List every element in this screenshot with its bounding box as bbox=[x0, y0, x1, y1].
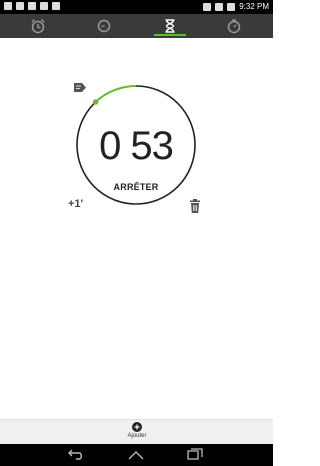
add-timer-button[interactable]: Ajouter bbox=[126, 422, 148, 444]
timer-progress-arc bbox=[94, 85, 137, 103]
back-icon[interactable] bbox=[68, 448, 86, 460]
trash-icon[interactable] bbox=[187, 198, 203, 214]
plus-circle-icon bbox=[132, 422, 142, 432]
clock-icon bbox=[97, 19, 111, 33]
label-tag-icon[interactable] bbox=[74, 83, 86, 92]
alarm-clock-icon bbox=[31, 19, 45, 34]
hourglass-icon bbox=[165, 19, 175, 33]
timer-panel: 0 53 ARRÊTER +1' bbox=[0, 38, 273, 419]
tab-alarm[interactable] bbox=[4, 14, 72, 38]
wifi-icon bbox=[215, 3, 224, 11]
notification-icon bbox=[4, 2, 12, 10]
notification-icon bbox=[52, 2, 60, 10]
timer-progress-dot bbox=[92, 99, 99, 105]
tab-bar bbox=[0, 14, 273, 38]
timer-time-display: 0 53 bbox=[99, 124, 174, 168]
tab-timer[interactable] bbox=[136, 14, 204, 38]
stop-button[interactable]: ARRÊTER bbox=[74, 182, 198, 192]
status-bar: 9:32 PM bbox=[0, 0, 273, 14]
notification-icon bbox=[40, 2, 48, 10]
bottom-action-bar: Ajouter bbox=[0, 419, 273, 445]
navigation-bar bbox=[0, 444, 273, 466]
add-timer-label: Ajouter bbox=[127, 433, 147, 439]
battery-icon bbox=[227, 3, 236, 11]
bluetooth-icon bbox=[203, 3, 212, 11]
status-time: 9:32 PM bbox=[239, 2, 269, 11]
timer-circle[interactable]: 0 53 ARRÊTER bbox=[74, 83, 198, 207]
add-one-minute-button[interactable]: +1' bbox=[68, 198, 83, 210]
headphones-icon bbox=[16, 2, 24, 10]
recent-apps-icon[interactable] bbox=[187, 448, 203, 460]
home-icon[interactable] bbox=[128, 450, 144, 460]
tab-clock[interactable] bbox=[70, 14, 138, 38]
stopwatch-icon bbox=[227, 19, 241, 34]
tab-stopwatch[interactable] bbox=[200, 14, 268, 38]
notification-icon bbox=[28, 2, 36, 10]
